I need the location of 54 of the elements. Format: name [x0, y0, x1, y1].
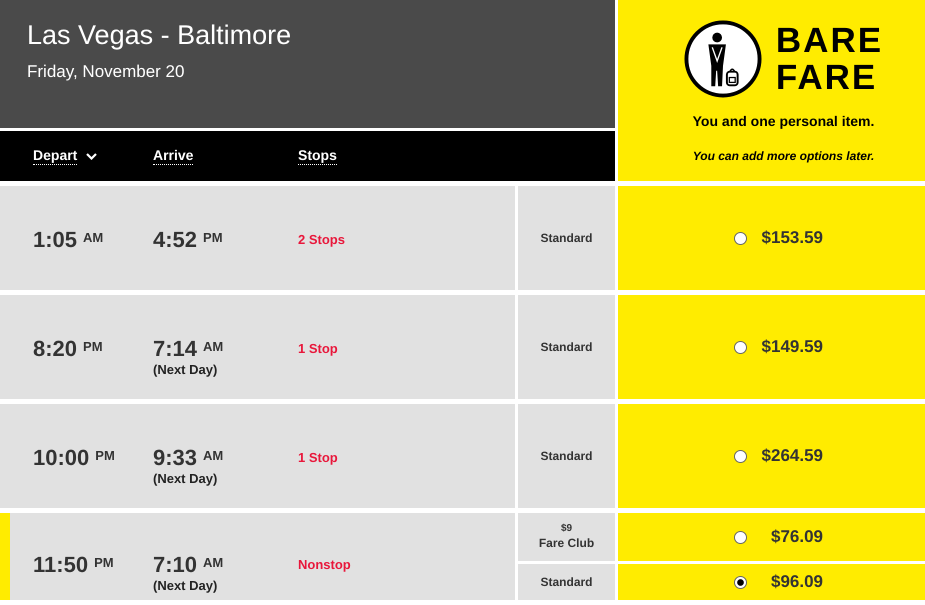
- fare-price: $153.59: [762, 228, 823, 248]
- fare-radio[interactable]: [734, 576, 747, 588]
- fare-price: $96.09: [771, 572, 823, 592]
- column-sort-link[interactable]: Depart: [33, 147, 78, 165]
- depart-time: 11:50: [33, 552, 88, 578]
- arrive-time: 9:33: [153, 445, 198, 471]
- fare-type-label: Standard: [540, 448, 592, 464]
- column-sort-link[interactable]: Arrive: [153, 147, 194, 165]
- next-day-note: (Next Day): [153, 578, 218, 593]
- time-period: PM: [83, 340, 103, 353]
- time-period: PM: [95, 449, 115, 462]
- route-title: Las Vegas - Baltimore: [27, 19, 292, 51]
- fare-brand-title: BARE FARE: [776, 22, 884, 96]
- fare-price-panel[interactable]: $264.59: [618, 404, 925, 508]
- membership-fee-label: $9: [560, 523, 572, 535]
- stops-label: 2 Stops: [298, 232, 345, 247]
- column-sort-link[interactable]: Stops: [298, 147, 337, 165]
- fare-price-panel[interactable]: $153.59: [618, 186, 925, 290]
- fare-price-panel[interactable]: $96.09: [618, 564, 925, 600]
- chevron-down-icon[interactable]: [86, 152, 98, 160]
- fare-type-label: Standard: [540, 230, 592, 246]
- stops-label: 1 Stop: [298, 450, 338, 465]
- time-period: AM: [83, 231, 104, 244]
- fare-price: $264.59: [762, 446, 823, 466]
- next-day-note: (Next Day): [153, 471, 218, 486]
- fare-type-label: Standard: [540, 574, 592, 590]
- next-day-note: (Next Day): [153, 362, 218, 377]
- fare-radio[interactable]: [734, 232, 747, 244]
- fare-radio[interactable]: [734, 530, 747, 544]
- time-period: PM: [94, 556, 114, 569]
- depart-time: 10:00: [33, 445, 90, 471]
- fare-tagline: You and one personal item.: [692, 113, 874, 130]
- fare-price-panel[interactable]: $149.59: [618, 295, 925, 399]
- fare-radio[interactable]: [734, 340, 747, 354]
- stops-label: 1 Stop: [298, 341, 338, 356]
- stops-label: Nonstop: [298, 557, 351, 572]
- depart-time: 8:20: [33, 336, 78, 362]
- fare-radio[interactable]: [734, 450, 747, 462]
- depart-time: 1:05: [33, 227, 78, 253]
- arrive-time: 7:14: [153, 336, 198, 362]
- fare-note: You can add more options later.: [692, 149, 874, 164]
- fare-type-label: Fare Club: [538, 535, 594, 551]
- fare-type-label: Standard: [540, 339, 592, 355]
- arrive-time: 4:52: [153, 227, 198, 253]
- fare-price-panel[interactable]: $76.09: [618, 513, 925, 561]
- travel-date: Friday, November 20: [27, 62, 186, 82]
- person-with-backpack-icon: [684, 20, 762, 98]
- arrive-time: 7:10: [153, 552, 198, 578]
- time-period: PM: [203, 231, 223, 244]
- fare-price: $76.09: [771, 527, 823, 547]
- time-period: AM: [203, 449, 224, 462]
- time-period: AM: [203, 340, 224, 353]
- time-period: AM: [203, 556, 224, 569]
- fare-price: $149.59: [762, 337, 823, 357]
